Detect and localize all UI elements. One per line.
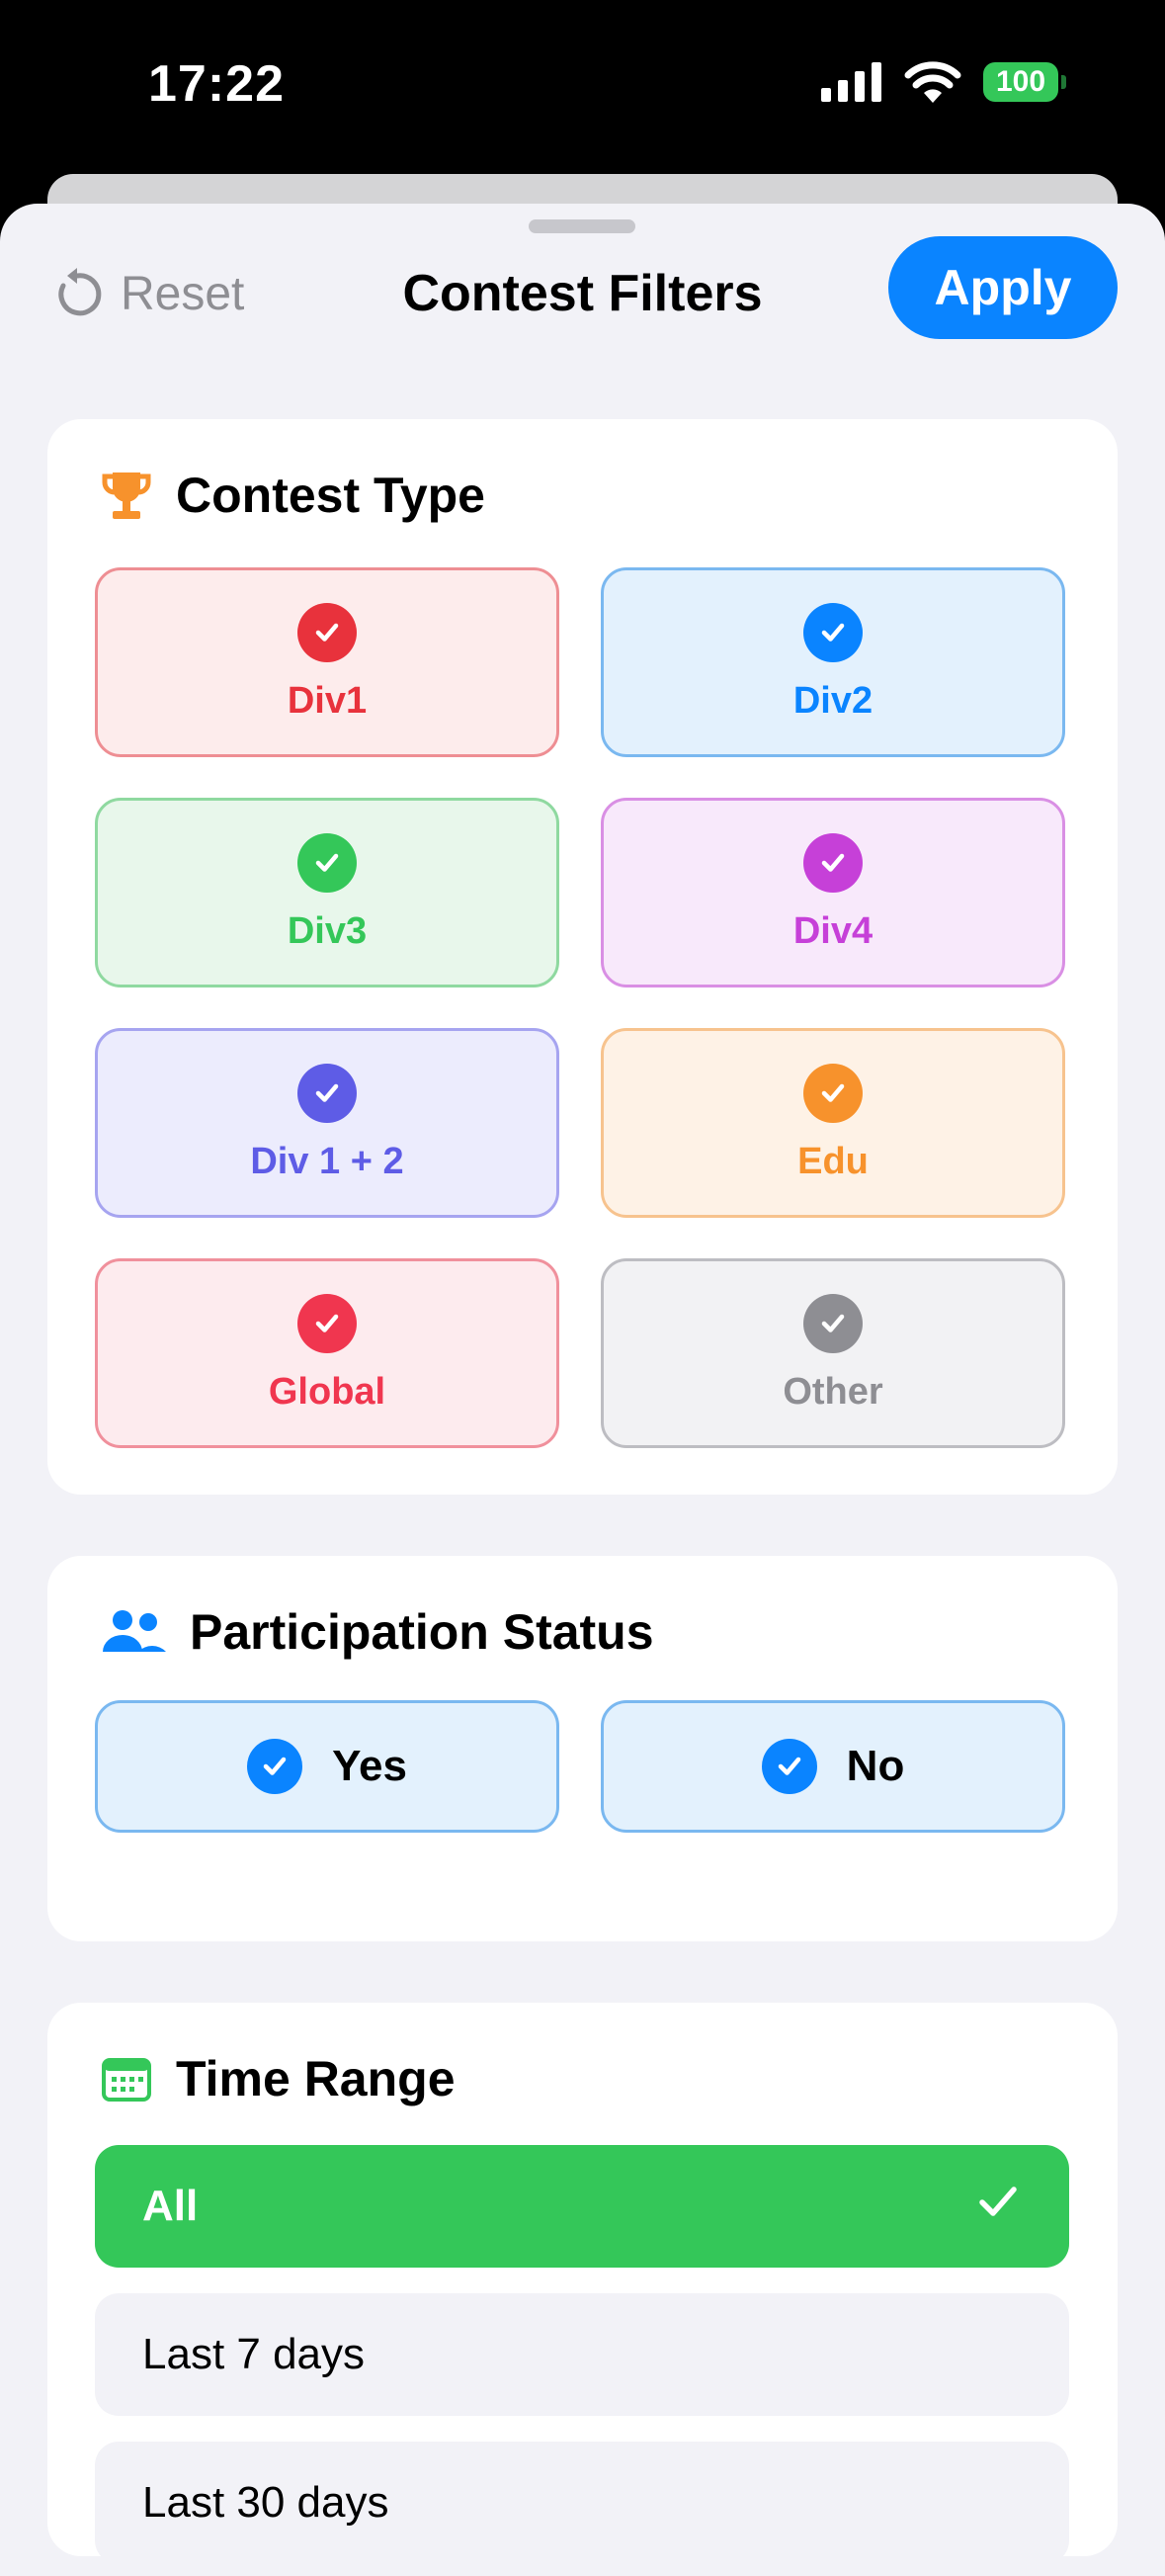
contest-type-chip-div4[interactable]: Div4	[601, 798, 1065, 987]
time-range-header: Time Range	[99, 2050, 456, 2107]
contest-type-chip-other[interactable]: Other	[601, 1258, 1065, 1448]
chip-label: Other	[783, 1370, 883, 1413]
time-range-option-all[interactable]: All	[95, 2145, 1069, 2268]
checkmark-circle-icon	[803, 1293, 863, 1353]
checkmark-circle-icon	[297, 1063, 357, 1123]
participation-title: Participation Status	[190, 1604, 654, 1660]
time-range-card: Time Range All Last 7 days Last 30 days	[47, 2003, 1118, 2564]
battery-level: 100	[983, 62, 1058, 102]
chip-label: Global	[268, 1370, 386, 1413]
contest-type-chip-global[interactable]: Global	[95, 1258, 559, 1448]
participation-card: Participation Status Yes No	[47, 1556, 1118, 1941]
checkmark-circle-icon	[803, 832, 863, 893]
chip-label: Div1	[287, 679, 368, 722]
time-range-option-last-30-days[interactable]: Last 30 days	[95, 2442, 1069, 2564]
calendar-icon	[99, 2051, 154, 2106]
participation-no-chip[interactable]: No	[601, 1700, 1065, 1833]
option-label: Last 30 days	[142, 2478, 389, 2527]
option-label: Last 7 days	[142, 2330, 366, 2378]
chip-label: Div3	[287, 909, 368, 952]
chip-label: Div 1 + 2	[250, 1140, 404, 1182]
contest-type-header: Contest Type	[99, 467, 485, 524]
status-bar: 17:22 100	[0, 0, 1165, 173]
apply-button[interactable]: Apply	[888, 236, 1118, 339]
contest-type-chip-div2[interactable]: Div2	[601, 567, 1065, 757]
participation-yes-chip[interactable]: Yes	[95, 1700, 559, 1833]
signal-icon	[821, 62, 881, 102]
battery-icon: 100	[983, 62, 1066, 102]
chip-label: No	[846, 1742, 905, 1790]
time-range-option-last-7-days[interactable]: Last 7 days	[95, 2293, 1069, 2416]
checkmark-circle-icon	[761, 1739, 817, 1794]
wifi-icon	[904, 61, 961, 103]
people-icon	[99, 1604, 168, 1660]
checkmark-icon	[974, 2178, 1022, 2236]
checkmark-circle-icon	[297, 1293, 357, 1353]
filter-sheet: Reset Contest Filters Apply Contest Type…	[0, 204, 1165, 2576]
contest-type-title: Contest Type	[176, 468, 485, 523]
checkmark-circle-icon	[297, 602, 357, 662]
status-time: 17:22	[148, 55, 285, 113]
time-range-title: Time Range	[176, 2051, 456, 2106]
chip-label: Edu	[797, 1140, 869, 1182]
checkmark-circle-icon	[247, 1739, 303, 1794]
checkmark-circle-icon	[297, 832, 357, 893]
participation-header: Participation Status	[99, 1603, 654, 1661]
chip-label: Div4	[792, 909, 874, 952]
contest-type-card: Contest Type Div1 Div2 Div3 Div4 Div 1 +…	[47, 419, 1118, 1495]
contest-type-chip-div3[interactable]: Div3	[95, 798, 559, 987]
chip-label: Yes	[332, 1742, 407, 1790]
checkmark-circle-icon	[803, 1063, 863, 1123]
contest-type-chip-div1[interactable]: Div1	[95, 567, 559, 757]
chip-label: Div2	[792, 679, 874, 722]
option-label: All	[142, 2182, 199, 2230]
trophy-icon	[99, 468, 154, 523]
contest-type-chip-div1-2[interactable]: Div 1 + 2	[95, 1028, 559, 1218]
contest-type-chip-edu[interactable]: Edu	[601, 1028, 1065, 1218]
sheet-grabber[interactable]	[529, 219, 635, 233]
checkmark-circle-icon	[803, 602, 863, 662]
status-icons: 100	[821, 61, 1066, 103]
